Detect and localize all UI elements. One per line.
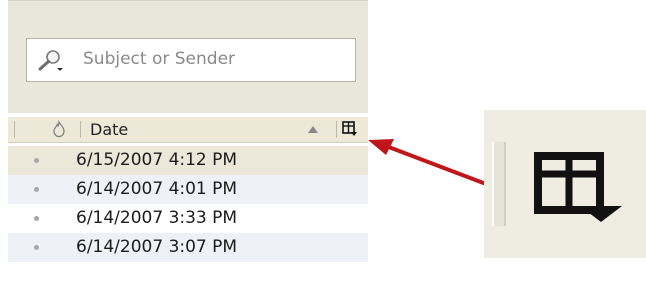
message-date: 6/14/2007 4:01 PM [76,179,238,199]
search-placeholder: Subject or Sender [83,49,236,69]
list-item[interactable]: 6/14/2007 3:33 PM [8,204,368,233]
search-icon[interactable] [35,48,65,72]
read-status-dot [34,187,39,192]
column-divider[interactable] [80,121,81,138]
message-date: 6/14/2007 3:07 PM [76,237,238,257]
column-header-row: Date [8,117,368,143]
column-divider[interactable] [14,121,15,138]
mail-list-pane: Subject or Sender Date 6/15/2007 4:12 PM… [0,0,368,284]
read-status-dot [34,245,39,250]
date-column-header[interactable]: Date [90,120,128,139]
read-status-dot [34,216,39,221]
list-item[interactable]: 6/15/2007 4:12 PM [8,146,368,175]
column-divider [492,142,506,226]
search-input[interactable]: Subject or Sender [26,38,356,82]
field-chooser-icon[interactable] [342,120,358,138]
list-item[interactable]: 6/14/2007 3:07 PM [8,233,368,262]
callout-arrow [368,139,488,186]
magnified-inset [484,110,646,258]
sort-arrow-icon[interactable] [308,126,318,133]
read-status-dot [34,158,39,163]
flame-icon[interactable] [52,120,66,138]
field-chooser-icon [534,152,622,222]
list-item[interactable]: 6/14/2007 4:01 PM [8,175,368,204]
message-date: 6/15/2007 4:12 PM [76,150,238,170]
column-divider[interactable] [336,121,337,138]
message-date: 6/14/2007 3:33 PM [76,208,238,228]
